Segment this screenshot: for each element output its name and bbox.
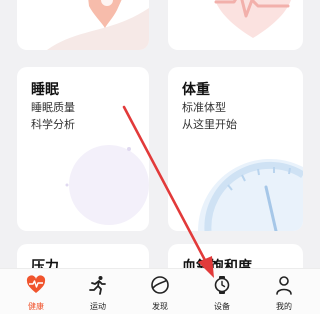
tab-discover-label: 发现 [152, 302, 168, 311]
heart-rate-card[interactable] [168, 0, 303, 50]
weight-card[interactable]: 体重 标准体型 从这里开始 [168, 67, 303, 231]
tab-discover[interactable]: 发现 [128, 269, 192, 314]
running-icon [89, 276, 106, 295]
person-icon [276, 276, 292, 295]
sleep-subtitle-2: 科学分析 [31, 118, 75, 131]
weight-title: 体重 [182, 82, 210, 98]
sleep-card[interactable]: 睡眠 睡眠质量 科学分析 [17, 67, 149, 231]
tab-health[interactable]: 健康 [4, 269, 68, 314]
weight-subtitle-2: 从这里开始 [182, 118, 237, 131]
tab-exercise-label: 运动 [90, 302, 106, 311]
bottom-tab-bar: 健康 运动 发现 设备 我的 [0, 268, 320, 314]
sleep-title: 睡眠 [31, 82, 59, 98]
tab-me[interactable]: 我的 [252, 269, 316, 314]
discover-icon [151, 276, 169, 294]
heart-pulse-icon [26, 275, 46, 293]
tab-device-label: 设备 [214, 302, 230, 311]
tab-exercise[interactable]: 运动 [66, 269, 130, 314]
sleep-subtitle-1: 睡眠质量 [31, 101, 75, 114]
watch-icon [214, 276, 230, 294]
tab-health-label: 健康 [28, 302, 44, 311]
tab-device[interactable]: 设备 [190, 269, 254, 314]
location-card[interactable] [17, 0, 149, 50]
heart-icon [214, 0, 291, 38]
tab-me-label: 我的 [276, 302, 292, 311]
weight-subtitle-1: 标准体型 [182, 101, 226, 114]
map-pin-icon [47, 0, 149, 50]
